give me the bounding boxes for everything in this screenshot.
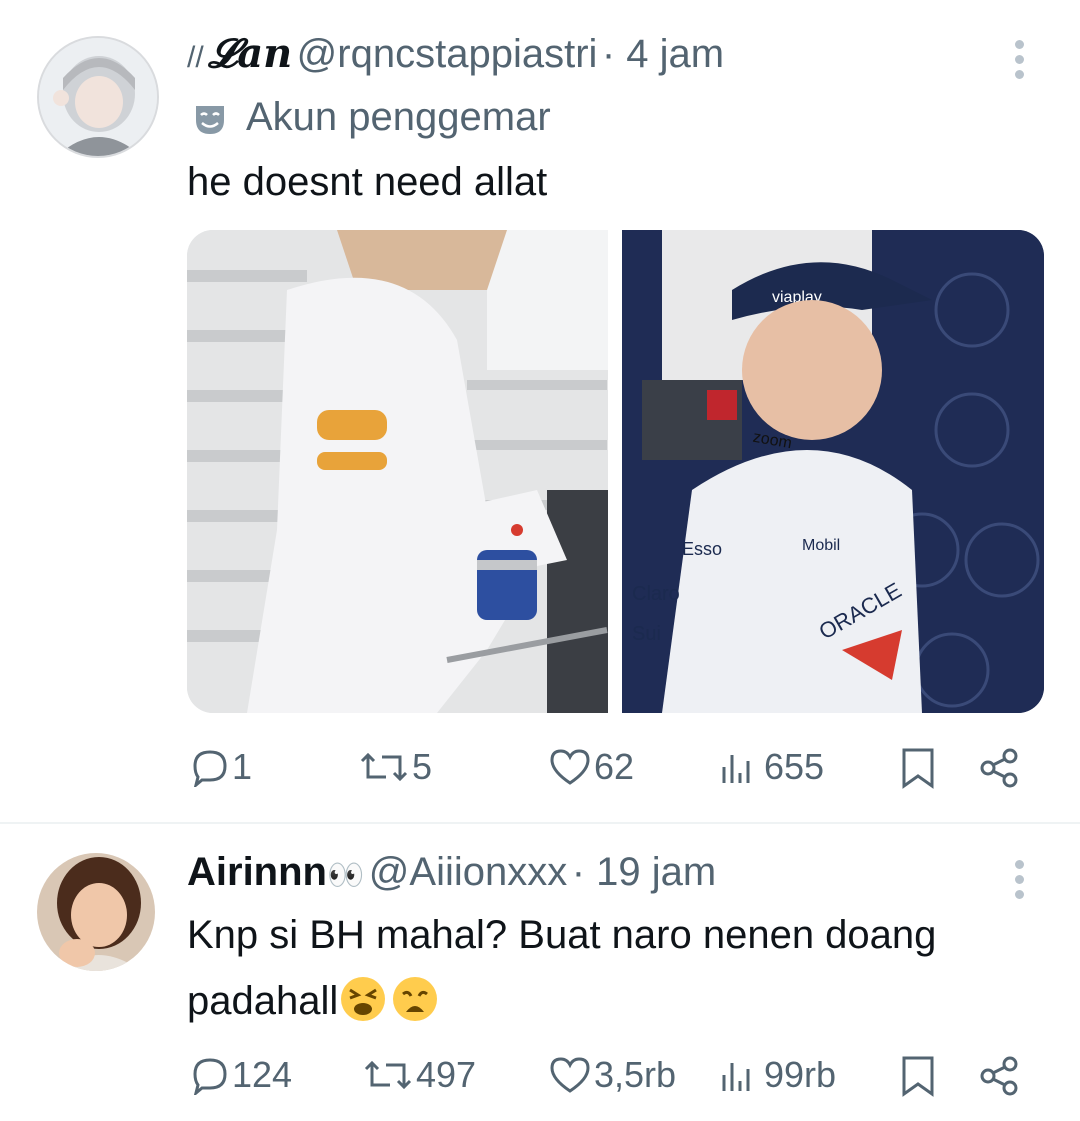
user-handle[interactable]: @rqncstappiastri [297, 32, 598, 76]
tweet-header: Airinnn👀 @Aiiionxxx · 19 jam [187, 850, 716, 895]
bookmark-button[interactable] [898, 1054, 938, 1098]
avatar[interactable] [37, 36, 159, 158]
like-count: 3,5rb [594, 1054, 677, 1095]
views-button[interactable]: 655 [718, 746, 824, 788]
tweet-text: he doesnt need allat [187, 160, 548, 204]
avatar-image [39, 38, 157, 156]
fan-account-badge: Akun penggemar [190, 95, 551, 140]
bookmark-button[interactable] [898, 746, 938, 790]
tweet-text-line-1: Knp si BH mahal? Buat naro nenen doang [187, 913, 937, 957]
repost-button[interactable]: 5 [356, 746, 432, 788]
driver-photo-left-icon [187, 230, 608, 713]
reply-count: 124 [232, 1054, 293, 1095]
driver-photo-right-icon: viaplay zoom Esso Mobil Claro Sui ORACLE [622, 230, 1044, 713]
bookmark-icon [902, 1056, 934, 1097]
repost-icon [360, 752, 408, 782]
svg-text:Mobil: Mobil [802, 537, 840, 554]
view-count: 655 [764, 746, 825, 787]
user-handle[interactable]: @Aiiionxxx [369, 850, 567, 894]
tweet-1[interactable]: // 𝓛an @rqncstappiastri · 4 jam Akun pen… [0, 0, 1080, 820]
share-icon [980, 748, 1018, 788]
svg-text:Esso: Esso [682, 539, 722, 559]
repost-count: 5 [412, 746, 433, 787]
heart-icon [550, 1057, 590, 1093]
tweet-header: // 𝓛an @rqncstappiastri · 4 jam [187, 30, 724, 77]
media-image-left[interactable] [187, 230, 608, 713]
tweet-text-line-2-content: padahall [187, 979, 339, 1023]
reply-icon [193, 750, 227, 787]
media-grid: viaplay zoom Esso Mobil Claro Sui ORACLE [187, 230, 1044, 713]
like-button[interactable]: 62 [548, 746, 634, 788]
tweet-2[interactable]: Airinnn👀 @Aiiionxxx · 19 jam Knp si BH m… [0, 824, 1080, 1121]
views-icon [722, 755, 750, 783]
svg-text:Sui: Sui [632, 623, 661, 645]
reply-button[interactable]: 124 [190, 1054, 292, 1096]
reply-button[interactable]: 1 [190, 746, 252, 788]
bookmark-icon [902, 748, 934, 789]
display-name[interactable]: 𝓛an [208, 30, 292, 77]
svg-text:Claro: Claro [632, 583, 680, 605]
eyes-emoji: 👀 [326, 859, 365, 892]
share-button[interactable] [978, 1054, 1022, 1098]
views-button[interactable]: 99rb [718, 1054, 836, 1096]
reply-count: 1 [232, 746, 253, 787]
share-icon [980, 1056, 1018, 1096]
like-button[interactable]: 3,5rb [548, 1054, 676, 1096]
heart-icon [550, 749, 590, 785]
avatar-image [37, 853, 155, 971]
repost-icon [364, 1060, 412, 1090]
timestamp[interactable]: · 19 jam [572, 850, 717, 894]
avatar[interactable] [37, 853, 155, 971]
repost-button[interactable]: 497 [360, 1054, 476, 1096]
display-name[interactable]: Airinnn [187, 850, 327, 894]
weary-face-emoji-icon [392, 976, 438, 1022]
like-count: 62 [594, 746, 635, 787]
theater-mask-icon [196, 105, 224, 134]
tired-face-emoji-icon [340, 976, 386, 1022]
badge-label: Akun penggemar [246, 95, 551, 139]
views-icon [722, 1063, 750, 1091]
repost-count: 497 [416, 1054, 477, 1095]
view-count: 99rb [764, 1054, 837, 1095]
more-options-icon[interactable] [999, 854, 1039, 914]
reply-icon [193, 1058, 227, 1095]
share-button[interactable] [978, 746, 1022, 790]
more-options-icon[interactable] [999, 34, 1039, 94]
name-prefix: // [187, 41, 204, 74]
media-image-right[interactable]: viaplay zoom Esso Mobil Claro Sui ORACLE [622, 230, 1044, 713]
tweet-text-line-2: padahall [187, 976, 438, 1024]
timestamp[interactable]: · 4 jam [602, 32, 724, 76]
